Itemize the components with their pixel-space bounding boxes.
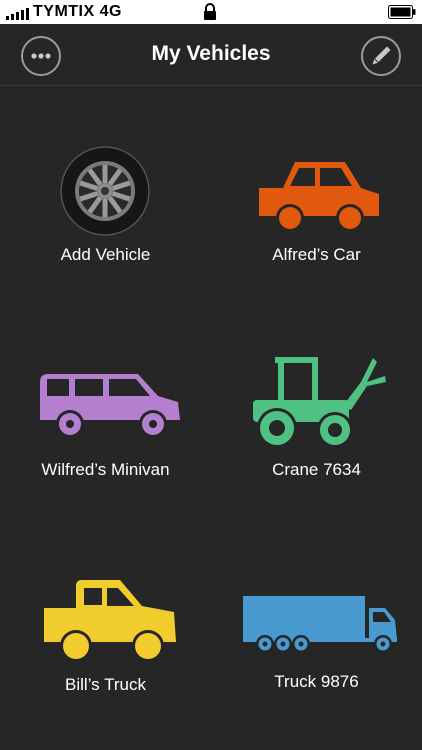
vehicle-tile-alfreds-car[interactable]: Alfred’s Car bbox=[211, 86, 422, 300]
vehicle-tile-crane-7634[interactable]: Crane 7634 bbox=[211, 300, 422, 514]
vehicle-label: Alfred’s Car bbox=[272, 245, 361, 264]
vehicle-label: Add Vehicle bbox=[60, 245, 151, 264]
page-title: My Vehicles bbox=[151, 42, 271, 65]
vehicle-tile-bills-truck[interactable]: Bill’s Truck bbox=[0, 514, 211, 728]
navigation-bar: My Vehicles bbox=[0, 24, 422, 86]
battery-icon bbox=[388, 5, 416, 19]
lock-icon bbox=[202, 3, 218, 21]
status-bar: TYMTIX 4G bbox=[0, 0, 422, 24]
pencil-icon bbox=[372, 46, 391, 65]
signal-bars-icon bbox=[6, 6, 30, 20]
pickup-truck-icon bbox=[44, 580, 176, 662]
add-vehicle-tile[interactable]: Add Vehicle bbox=[0, 86, 211, 300]
vehicle-label: Wilfred’s Minivan bbox=[41, 460, 170, 479]
vehicle-tile-truck-9876[interactable]: Truck 9876 bbox=[211, 514, 422, 728]
wheel-icon bbox=[60, 146, 150, 236]
vehicle-label: Crane 7634 bbox=[272, 460, 361, 479]
crane-tractor-icon bbox=[253, 357, 386, 448]
vehicle-label: Bill’s Truck bbox=[65, 675, 146, 694]
car-icon bbox=[259, 162, 379, 232]
minivan-icon bbox=[40, 374, 180, 438]
vehicle-grid: Add Vehicle Alfred’s Car Wilfred’s Miniv… bbox=[0, 86, 422, 750]
edit-button[interactable] bbox=[361, 36, 401, 76]
carrier-label: TYMTIX 4G bbox=[33, 3, 122, 20]
semi-truck-icon bbox=[243, 596, 397, 653]
vehicle-tile-wilfreds-minivan[interactable]: Wilfred’s Minivan bbox=[0, 300, 211, 514]
vehicle-label: Truck 9876 bbox=[274, 672, 359, 691]
